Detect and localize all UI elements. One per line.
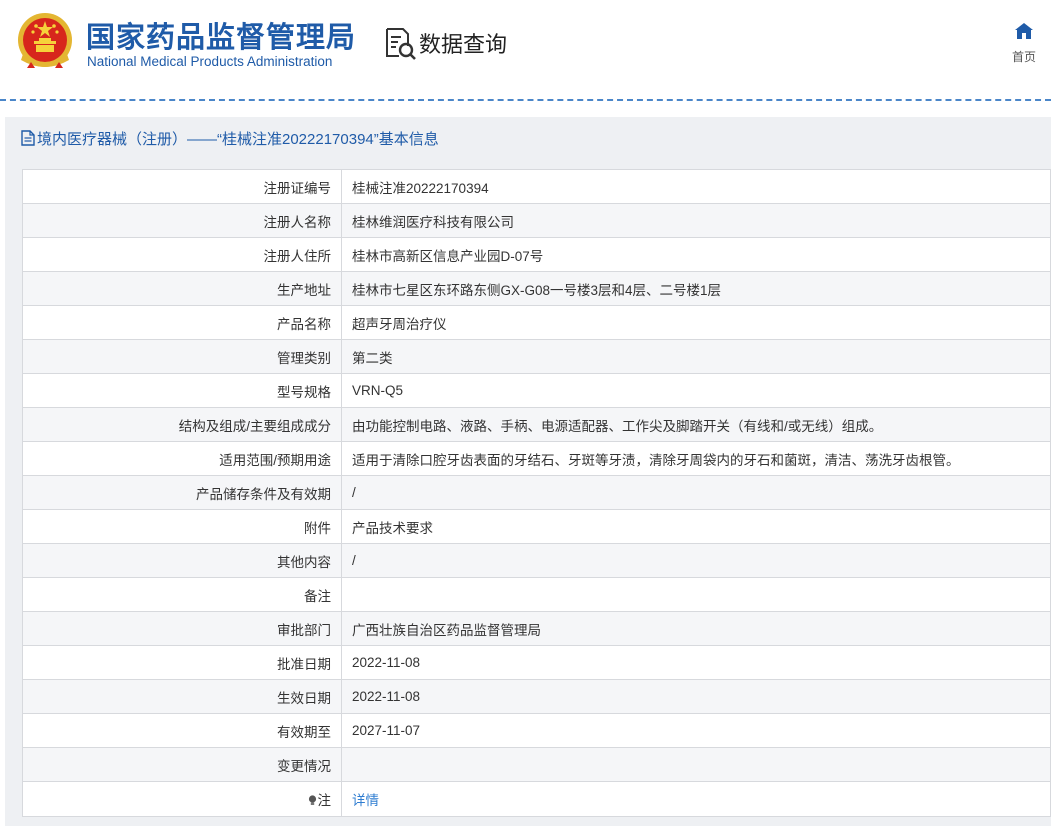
document-icon bbox=[21, 130, 35, 146]
national-emblem-icon bbox=[18, 13, 72, 68]
row-label: 产品名称 bbox=[22, 305, 342, 340]
home-icon bbox=[1015, 23, 1033, 39]
site-header: 国家药品监督管理局 National Medical Products Admi… bbox=[0, 0, 1051, 100]
header-divider bbox=[0, 99, 1051, 101]
row-label: 有效期至 bbox=[22, 713, 342, 748]
table-row: 有效期至 2027-11-07 bbox=[22, 713, 1051, 748]
table-row: 附件 产品技术要求 bbox=[22, 509, 1051, 544]
row-label: 型号规格 bbox=[22, 373, 342, 408]
row-label: 注册证编号 bbox=[22, 169, 342, 204]
row-value: 桂械注准20222170394 bbox=[341, 169, 1051, 204]
row-value bbox=[341, 747, 1051, 782]
row-label: 适用范围/预期用途 bbox=[22, 441, 342, 476]
row-value: 超声牙周治疗仪 bbox=[341, 305, 1051, 340]
table-row: 注册人住所 桂林市高新区信息产业园D-07号 bbox=[22, 237, 1051, 272]
row-value: 2022-11-08 bbox=[341, 679, 1051, 714]
row-label: 生产地址 bbox=[22, 271, 342, 306]
note-label-cell: 注 bbox=[22, 781, 342, 817]
lightbulb-icon bbox=[308, 795, 316, 805]
row-value: 广西壮族自治区药品监督管理局 bbox=[341, 611, 1051, 646]
row-label: 批准日期 bbox=[22, 645, 342, 680]
row-label: 产品储存条件及有效期 bbox=[22, 475, 342, 510]
table-row: 注册证编号 桂械注准20222170394 bbox=[22, 169, 1051, 204]
table-row: 备注 bbox=[22, 577, 1051, 612]
note-row: 注 详情 bbox=[22, 781, 1051, 817]
row-value: 由功能控制电路、液路、手柄、电源适配器、工作尖及脚踏开关（有线和/或无线）组成。 bbox=[341, 407, 1051, 442]
row-value: 桂林市七星区东环路东侧GX-G08一号楼3层和4层、二号楼1层 bbox=[341, 271, 1051, 306]
table-row: 产品储存条件及有效期 / bbox=[22, 475, 1051, 510]
note-value-cell: 详情 bbox=[341, 781, 1051, 817]
row-label: 注册人名称 bbox=[22, 203, 342, 238]
row-value: 适用于清除口腔牙齿表面的牙结石、牙斑等牙渍，清除牙周袋内的牙石和菌斑，清洁、荡洗… bbox=[341, 441, 1051, 476]
table-row: 适用范围/预期用途 适用于清除口腔牙齿表面的牙结石、牙斑等牙渍，清除牙周袋内的牙… bbox=[22, 441, 1051, 476]
data-query-label: 数据查询 bbox=[419, 32, 508, 57]
row-label: 注册人住所 bbox=[22, 237, 342, 272]
row-label: 管理类别 bbox=[22, 339, 342, 374]
table-row: 注册人名称 桂林维润医疗科技有限公司 bbox=[22, 203, 1051, 238]
row-value bbox=[341, 577, 1051, 612]
table-row: 变更情况 bbox=[22, 747, 1051, 782]
table-row: 审批部门 广西壮族自治区药品监督管理局 bbox=[22, 611, 1051, 646]
row-label: 审批部门 bbox=[22, 611, 342, 646]
row-value: 2027-11-07 bbox=[341, 713, 1051, 748]
row-value: 桂林维润医疗科技有限公司 bbox=[341, 203, 1051, 238]
info-table: 注册证编号 桂械注准20222170394 注册人名称 桂林维润医疗科技有限公司… bbox=[22, 169, 1051, 817]
table-row: 批准日期 2022-11-08 bbox=[22, 645, 1051, 680]
row-value: / bbox=[341, 543, 1051, 578]
row-value: / bbox=[341, 475, 1051, 510]
row-label: 生效日期 bbox=[22, 679, 342, 714]
home-label: 首页 bbox=[1011, 50, 1036, 64]
table-row: 型号规格 VRN-Q5 bbox=[22, 373, 1051, 408]
table-row: 其他内容 / bbox=[22, 543, 1051, 578]
table-row: 生效日期 2022-11-08 bbox=[22, 679, 1051, 714]
panel-title: 境内医疗器械（注册）——“桂械注准20222170394”基本信息 bbox=[37, 131, 439, 148]
row-value: 桂林市高新区信息产业园D-07号 bbox=[341, 237, 1051, 272]
row-value: 第二类 bbox=[341, 339, 1051, 374]
row-label: 备注 bbox=[22, 577, 342, 612]
row-label: 结构及组成/主要组成成分 bbox=[22, 407, 342, 442]
row-label: 变更情况 bbox=[22, 747, 342, 782]
table-row: 结构及组成/主要组成成分 由功能控制电路、液路、手柄、电源适配器、工作尖及脚踏开… bbox=[22, 407, 1051, 442]
table-row: 管理类别 第二类 bbox=[22, 339, 1051, 374]
document-search-icon bbox=[386, 28, 416, 60]
brand-subtitle: National Medical Products Administration bbox=[87, 54, 333, 69]
table-row: 生产地址 桂林市七星区东环路东侧GX-G08一号楼3层和4层、二号楼1层 bbox=[22, 271, 1051, 306]
row-value: 2022-11-08 bbox=[341, 645, 1051, 680]
home-link[interactable]: 首页 bbox=[1005, 22, 1043, 65]
details-link[interactable]: 详情 bbox=[352, 793, 379, 808]
row-label: 附件 bbox=[22, 509, 342, 544]
table-row: 产品名称 超声牙周治疗仪 bbox=[22, 305, 1051, 340]
row-value: 产品技术要求 bbox=[341, 509, 1051, 544]
data-query-link[interactable]: 数据查询 bbox=[383, 26, 507, 60]
row-value: VRN-Q5 bbox=[341, 373, 1051, 408]
info-panel: 境内医疗器械（注册）——“桂械注准20222170394”基本信息 注册证编号 … bbox=[5, 117, 1051, 826]
row-label: 其他内容 bbox=[22, 543, 342, 578]
note-label: 注 bbox=[317, 793, 332, 808]
panel-title-bar: 境内医疗器械（注册）——“桂械注准20222170394”基本信息 bbox=[5, 117, 1051, 159]
brand-title: 国家药品监督管理局 bbox=[86, 22, 357, 54]
